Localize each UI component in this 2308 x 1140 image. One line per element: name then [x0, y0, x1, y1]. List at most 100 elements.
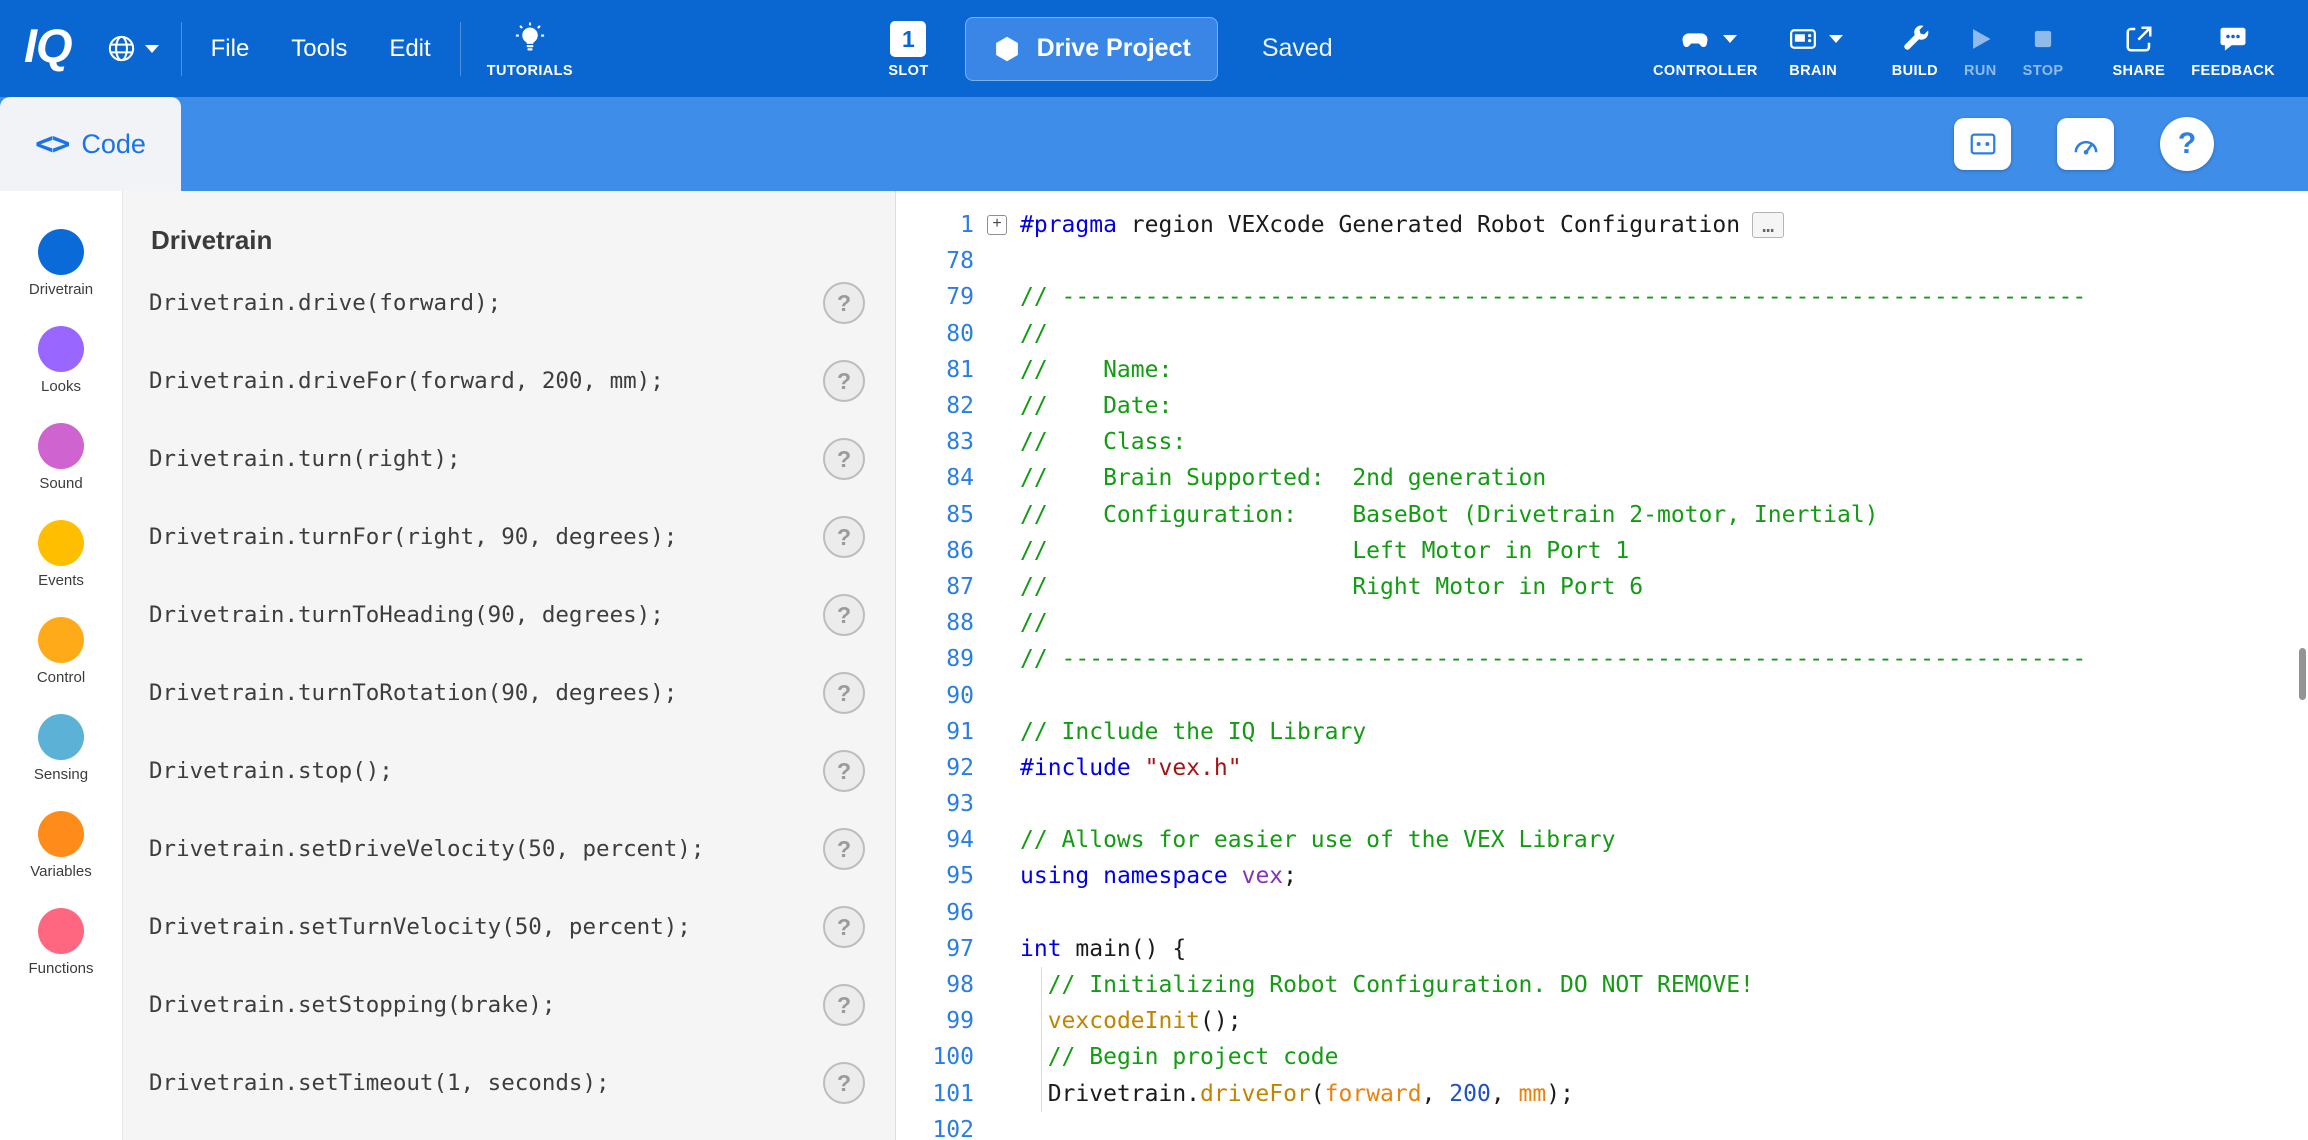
code-line[interactable]: 93: [896, 786, 2308, 822]
code-text: // Name:: [1020, 357, 1172, 383]
command-help-button[interactable]: ?: [823, 828, 865, 870]
help-button[interactable]: ?: [2160, 117, 2214, 171]
code-line[interactable]: 95using namespace vex;: [896, 858, 2308, 894]
devices-button[interactable]: [1954, 118, 2011, 170]
code-line[interactable]: 94// Allows for easier use of the VEX Li…: [896, 822, 2308, 858]
run-label: RUN: [1964, 63, 1997, 79]
command-panel-title: Drivetrain: [151, 225, 865, 256]
code-line[interactable]: 82// Date:: [896, 388, 2308, 424]
command-help-button[interactable]: ?: [823, 594, 865, 636]
category-functions[interactable]: Functions: [28, 908, 93, 977]
command-row[interactable]: Drivetrain.drive(forward);?: [149, 264, 865, 342]
command-row[interactable]: Drivetrain.stop();?: [149, 732, 865, 810]
code-line[interactable]: 78: [896, 243, 2308, 279]
controller-button[interactable]: CONTROLLER: [1653, 18, 1758, 79]
feedback-button[interactable]: FEEDBACK: [2191, 18, 2275, 79]
code-text: // Class:: [1020, 429, 1186, 455]
command-row[interactable]: Drivetrain.turnFor(right, 90, degrees);?: [149, 498, 865, 576]
code-line[interactable]: 81// Name:: [896, 352, 2308, 388]
menu-tools[interactable]: Tools: [270, 35, 368, 63]
code-line[interactable]: 102: [896, 1112, 2308, 1140]
code-editor[interactable]: 1+#pragma region VEXcode Generated Robot…: [895, 191, 2308, 1140]
code-line[interactable]: 97int main() {: [896, 931, 2308, 967]
category-control[interactable]: Control: [37, 617, 85, 686]
code-line[interactable]: 86// Left Motor in Port 1: [896, 533, 2308, 569]
share-button[interactable]: SHARE: [2112, 18, 2165, 79]
command-help-button[interactable]: ?: [823, 438, 865, 480]
category-circle-drivetrain[interactable]: [38, 229, 84, 275]
category-circle-control[interactable]: [38, 617, 84, 663]
code-line[interactable]: 99 vexcodeInit();: [896, 1003, 2308, 1039]
category-circle-variables[interactable]: [38, 811, 84, 857]
menu-file[interactable]: File: [190, 35, 271, 63]
command-help-button[interactable]: ?: [823, 906, 865, 948]
tab-code[interactable]: <> Code: [0, 97, 181, 191]
command-help-button[interactable]: ?: [823, 360, 865, 402]
slot-button[interactable]: 1 SLOT: [888, 18, 928, 79]
command-help-button[interactable]: ?: [823, 282, 865, 324]
code-line[interactable]: 91// Include the IQ Library: [896, 714, 2308, 750]
command-row[interactable]: Drivetrain.turnToRotation(90, degrees);?: [149, 654, 865, 732]
code-line[interactable]: 79// -----------------------------------…: [896, 279, 2308, 315]
category-circle-functions[interactable]: [38, 908, 84, 954]
category-variables[interactable]: Variables: [30, 811, 91, 880]
command-text: Drivetrain.setDriveVelocity(50, percent)…: [149, 836, 704, 862]
category-circle-events[interactable]: [38, 520, 84, 566]
scrollbar-thumb[interactable]: [2299, 648, 2306, 700]
code-line[interactable]: 98 // Initializing Robot Configuration. …: [896, 967, 2308, 1003]
command-row[interactable]: Drivetrain.turn(right);?: [149, 420, 865, 498]
command-row[interactable]: Drivetrain.driveFor(forward, 200, mm);?: [149, 342, 865, 420]
code-line[interactable]: 89// -----------------------------------…: [896, 641, 2308, 677]
command-text: Drivetrain.stop();: [149, 758, 393, 784]
command-row[interactable]: Drivetrain.setStopping(brake);?: [149, 966, 865, 1044]
brain-label: BRAIN: [1789, 63, 1837, 79]
language-menu-button[interactable]: [92, 33, 173, 64]
command-row[interactable]: Drivetrain.setTimeout(1, seconds);?: [149, 1044, 865, 1122]
fold-toggle-icon[interactable]: +: [987, 215, 1007, 235]
category-sound[interactable]: Sound: [38, 423, 84, 492]
command-help-button[interactable]: ?: [823, 672, 865, 714]
category-label: Looks: [41, 378, 81, 395]
stop-button[interactable]: STOP: [2023, 18, 2064, 79]
chevron-down-icon: [1723, 35, 1737, 43]
code-line[interactable]: 80//: [896, 316, 2308, 352]
code-line[interactable]: 88//: [896, 605, 2308, 641]
dashboard-button[interactable]: [2057, 118, 2114, 170]
category-looks[interactable]: Looks: [38, 326, 84, 395]
code-line[interactable]: 1+#pragma region VEXcode Generated Robot…: [896, 207, 2308, 243]
command-row[interactable]: Drivetrain.setTurnVelocity(50, percent);…: [149, 888, 865, 966]
category-circle-sensing[interactable]: [38, 714, 84, 760]
stop-icon: [2030, 25, 2056, 53]
code-line[interactable]: 96: [896, 895, 2308, 931]
code-line[interactable]: 85// Configuration: BaseBot (Drivetrain …: [896, 497, 2308, 533]
category-drivetrain[interactable]: Drivetrain: [29, 229, 93, 298]
code-line[interactable]: 100 // Begin project code: [896, 1039, 2308, 1075]
code-line[interactable]: 90: [896, 677, 2308, 713]
command-row[interactable]: Drivetrain.turnToHeading(90, degrees);?: [149, 576, 865, 654]
code-line[interactable]: 87// Right Motor in Port 6: [896, 569, 2308, 605]
command-help-button[interactable]: ?: [823, 984, 865, 1026]
command-row[interactable]: Drivetrain.setDriveVelocity(50, percent)…: [149, 810, 865, 888]
code-line[interactable]: 83// Class:: [896, 424, 2308, 460]
code-line[interactable]: 101 Drivetrain.driveFor(forward, 200, mm…: [896, 1076, 2308, 1112]
menu-edit[interactable]: Edit: [368, 35, 451, 63]
category-sensing[interactable]: Sensing: [34, 714, 88, 783]
run-button[interactable]: RUN: [1964, 18, 1997, 79]
command-text: Drivetrain.turn(right);: [149, 446, 461, 472]
code-line[interactable]: 92#include "vex.h": [896, 750, 2308, 786]
category-circle-looks[interactable]: [38, 326, 84, 372]
category-circle-sound[interactable]: [38, 423, 84, 469]
code-text: // Date:: [1020, 393, 1172, 419]
tutorials-button[interactable]: TUTORIALS: [487, 18, 573, 79]
command-help-button[interactable]: ?: [823, 516, 865, 558]
category-events[interactable]: Events: [38, 520, 84, 589]
command-help-button[interactable]: ?: [823, 750, 865, 792]
code-line[interactable]: 84// Brain Supported: 2nd generation: [896, 460, 2308, 496]
brain-button[interactable]: BRAIN: [1784, 18, 1843, 79]
line-number: 79: [896, 284, 974, 310]
collapsed-region-icon[interactable]: …: [1752, 212, 1784, 238]
build-button[interactable]: BUILD: [1892, 18, 1938, 79]
command-help-button[interactable]: ?: [823, 1062, 865, 1104]
tab-code-label: Code: [81, 129, 146, 160]
project-name-button[interactable]: Drive Project: [965, 17, 1218, 81]
